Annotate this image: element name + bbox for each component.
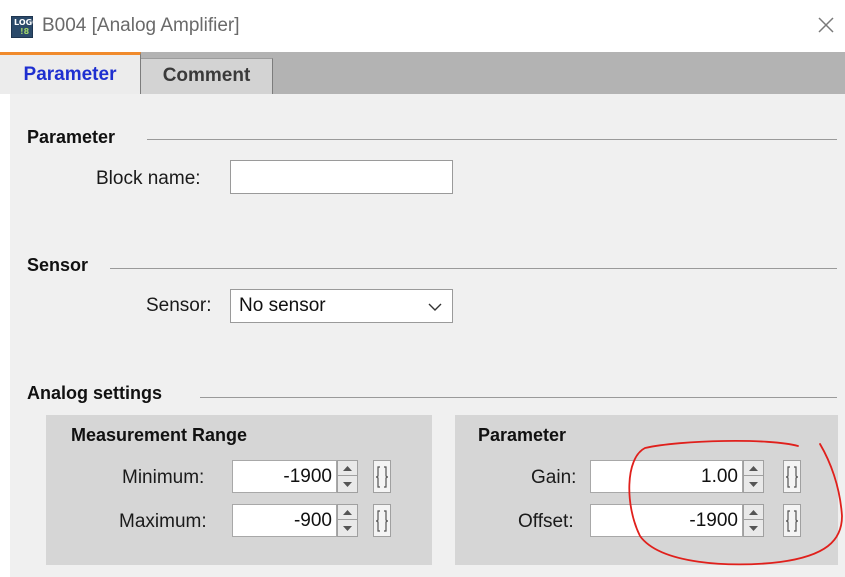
app-icon-text-top: LOGO (14, 18, 39, 27)
tab-parameter[interactable]: Parameter (0, 52, 141, 94)
reference-bracket-icon (786, 510, 798, 532)
minimum-input[interactable]: -1900 (232, 460, 337, 493)
gain-label: Gain: (531, 467, 577, 488)
minimum-label: Minimum: (122, 467, 205, 488)
spin-up-icon[interactable] (338, 505, 357, 520)
gain-offset-title: Parameter (478, 425, 567, 445)
app-icon-text-bottom: !8 (20, 27, 30, 36)
sensor-group-title: Sensor (27, 255, 89, 275)
reference-bracket-icon (376, 466, 388, 488)
spin-up-icon[interactable] (338, 461, 357, 476)
spin-up-icon[interactable] (744, 461, 763, 476)
gain-value: 1.00 (701, 466, 738, 487)
offset-input[interactable]: -1900 (590, 504, 743, 537)
spin-down-icon[interactable] (338, 521, 357, 536)
chevron-down-icon (428, 303, 442, 311)
maximum-spinner[interactable] (337, 504, 358, 537)
gain-spinner[interactable] (743, 460, 764, 493)
analog-settings-divider (200, 397, 837, 398)
analog-settings-title: Analog settings (27, 383, 163, 403)
maximum-label: Maximum: (119, 511, 207, 532)
parameter-group-divider (147, 139, 837, 140)
gain-reference-button[interactable] (783, 460, 801, 493)
minimum-value: -1900 (283, 466, 332, 487)
minimum-reference-button[interactable] (373, 460, 391, 493)
sensor-select-value: No sensor (239, 295, 326, 316)
parameter-group-title: Parameter (27, 127, 116, 147)
sensor-group-divider (110, 268, 837, 269)
gain-input[interactable]: 1.00 (590, 460, 743, 493)
minimum-spinner[interactable] (337, 460, 358, 493)
spin-down-icon[interactable] (744, 521, 763, 536)
spin-up-icon[interactable] (744, 505, 763, 520)
close-icon[interactable] (813, 12, 837, 36)
sensor-label: Sensor: (146, 295, 212, 316)
spin-down-icon[interactable] (338, 477, 357, 492)
block-name-input[interactable] (230, 160, 453, 194)
window-title: B004 [Analog Amplifier] (42, 15, 240, 36)
reference-bracket-icon (786, 466, 798, 488)
measurement-range-title: Measurement Range (71, 425, 248, 445)
tab-comment[interactable]: Comment (141, 58, 273, 94)
spin-down-icon[interactable] (744, 477, 763, 492)
maximum-value: -900 (293, 510, 332, 531)
title-bar: LOGO !8 B004 [Analog Amplifier] (0, 0, 845, 52)
sensor-select[interactable]: No sensor (230, 289, 453, 323)
maximum-input[interactable]: -900 (232, 504, 337, 537)
offset-spinner[interactable] (743, 504, 764, 537)
offset-reference-button[interactable] (783, 504, 801, 537)
block-name-label: Block name: (96, 168, 201, 189)
offset-label: Offset: (518, 511, 574, 532)
offset-value: -1900 (689, 510, 738, 531)
logo-app-icon: LOGO !8 (11, 16, 39, 38)
reference-bracket-icon (376, 510, 388, 532)
maximum-reference-button[interactable] (373, 504, 391, 537)
